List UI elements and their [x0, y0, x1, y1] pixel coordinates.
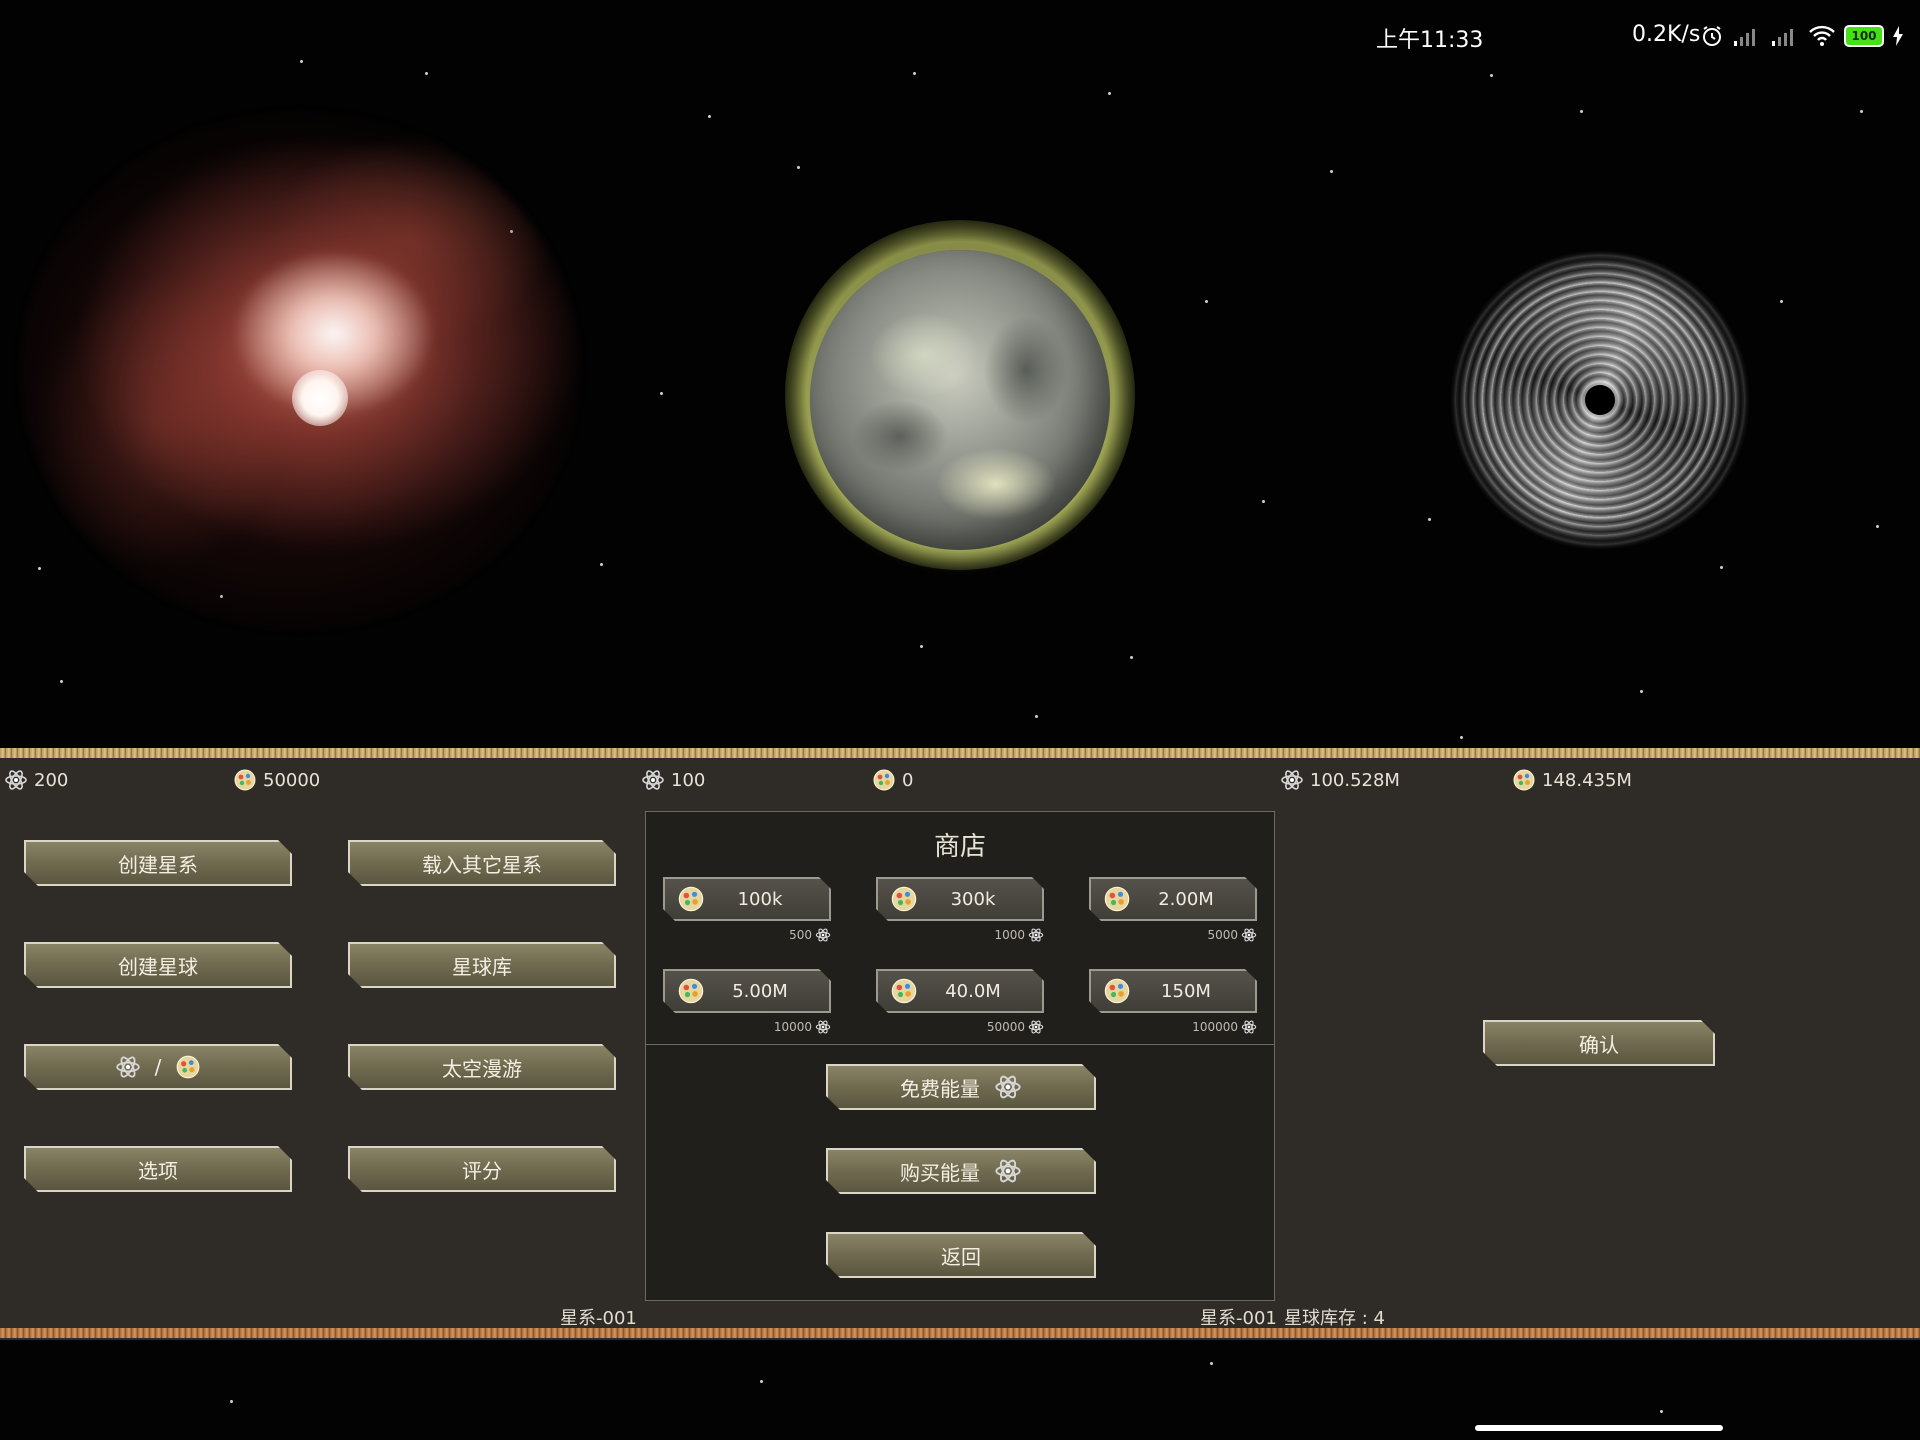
charging-icon	[1893, 26, 1903, 46]
atom-energy-icon	[1241, 1019, 1257, 1035]
rope-border-top	[0, 748, 1920, 758]
planet-matter-icon	[872, 768, 896, 792]
matter-value: 148.435M	[1542, 769, 1632, 791]
home-indicator[interactable]	[1475, 1425, 1723, 1431]
status-icons: 100	[1700, 22, 1904, 50]
energy-value: 100	[671, 769, 706, 791]
shop-divider	[646, 1044, 1274, 1045]
offer-cost: 10000	[774, 1019, 831, 1035]
matter-counter-mid: 0	[872, 768, 913, 792]
atom-energy-icon	[4, 768, 28, 792]
atom-energy-icon	[641, 768, 665, 792]
confirm-button[interactable]: 确认	[1483, 1020, 1715, 1066]
atom-energy-icon	[115, 1054, 141, 1080]
matter-value: 50000	[263, 769, 321, 791]
planet-matter-icon	[233, 768, 257, 792]
create-galaxy-button[interactable]: 创建星系	[24, 840, 292, 886]
galaxy-name-left: 星系-001	[560, 1308, 637, 1329]
shop-offer[interactable]: 300k 1000	[876, 877, 1044, 953]
back-button[interactable]: 返回	[826, 1232, 1096, 1278]
offer-cost: 50000	[987, 1019, 1044, 1035]
status-time: 上午11:33	[1376, 28, 1484, 53]
wifi-icon	[1809, 25, 1835, 46]
planet-matter-icon	[1103, 977, 1131, 1005]
energy-value: 100.528M	[1310, 769, 1400, 791]
energy-value: 200	[34, 769, 69, 791]
options-button[interactable]: 选项	[24, 1146, 292, 1192]
shop-title: 商店	[933, 832, 986, 862]
matter-value: 0	[902, 769, 914, 791]
matter-counter-right: 148.435M	[1512, 768, 1632, 792]
matter-counter-left: 50000	[233, 768, 320, 792]
atom-energy-icon	[994, 1073, 1022, 1101]
offer-button[interactable]: 2.00M	[1089, 877, 1257, 921]
energy-counter-right: 100.528M	[1280, 768, 1400, 792]
offer-button[interactable]: 300k	[876, 877, 1044, 921]
planet-stock: 星球库存 : 4	[1284, 1308, 1385, 1329]
shop-offer[interactable]: 150M 100000	[1089, 969, 1257, 1045]
battery-icon: 100	[1844, 25, 1884, 47]
energy-counter-left: 200	[4, 768, 68, 792]
energy-counter-mid: 100	[641, 768, 705, 792]
offer-button[interactable]: 40.0M	[876, 969, 1044, 1013]
offer-button[interactable]: 150M	[1089, 969, 1257, 1013]
planet-matter-icon	[1512, 768, 1536, 792]
atom-energy-icon	[1028, 927, 1044, 943]
free-energy-button[interactable]: 免费能量	[826, 1064, 1096, 1110]
planet-matter-icon	[890, 977, 918, 1005]
space-background	[0, 0, 1920, 748]
offer-cost: 100000	[1192, 1019, 1257, 1035]
load-galaxy-button[interactable]: 载入其它星系	[348, 840, 616, 886]
galaxy-name-mid: 星系-001	[1200, 1308, 1277, 1329]
rope-border-bottom	[0, 1328, 1920, 1338]
planet[interactable]	[810, 250, 1110, 550]
create-planet-button[interactable]: 创建星球	[24, 942, 292, 988]
planet-library-button[interactable]: 星球库	[348, 942, 616, 988]
game-panel: 200 50000 100 0 100.528M 148.435M 创建星系 载…	[0, 748, 1920, 1340]
nebula	[0, 90, 600, 650]
offer-button[interactable]: 5.00M	[663, 969, 831, 1013]
atom-energy-icon	[994, 1157, 1022, 1185]
signal-icon	[1734, 29, 1755, 46]
shop-dialog: 商店 100k 500 300k 1000 2.00M 5000 5.00M 1…	[645, 811, 1275, 1301]
shop-offer[interactable]: 2.00M 5000	[1089, 877, 1257, 953]
signal-icon-2	[1772, 29, 1793, 46]
offer-cost: 500	[789, 927, 831, 943]
buy-energy-button[interactable]: 购买能量	[826, 1148, 1096, 1194]
status-net-speed: 0.2K/s	[1632, 22, 1701, 47]
atom-energy-icon	[815, 927, 831, 943]
offer-cost: 5000	[1207, 927, 1257, 943]
status-bar: 上午11:33 0.2K/s 100	[0, 0, 1920, 70]
offer-cost: 1000	[994, 927, 1044, 943]
rate-button[interactable]: 评分	[348, 1146, 616, 1192]
atom-energy-icon	[815, 1019, 831, 1035]
planet-matter-icon	[1103, 885, 1131, 913]
shop-offer[interactable]: 40.0M 50000	[876, 969, 1044, 1045]
black-hole-core	[1585, 385, 1615, 415]
atom-energy-icon	[1028, 1019, 1044, 1035]
planet-matter-icon	[677, 977, 705, 1005]
shop-offer[interactable]: 100k 500	[663, 877, 831, 953]
shop-offer[interactable]: 5.00M 10000	[663, 969, 831, 1045]
offer-button[interactable]: 100k	[663, 877, 831, 921]
planet-matter-icon	[175, 1054, 201, 1080]
atom-energy-icon	[1280, 768, 1304, 792]
alarm-icon	[1703, 26, 1721, 46]
atom-energy-icon	[1241, 927, 1257, 943]
planet-matter-icon	[677, 885, 705, 913]
planet-matter-icon	[890, 885, 918, 913]
space-roam-button[interactable]: 太空漫游	[348, 1044, 616, 1090]
currency-toggle-button[interactable]: /	[24, 1044, 292, 1090]
